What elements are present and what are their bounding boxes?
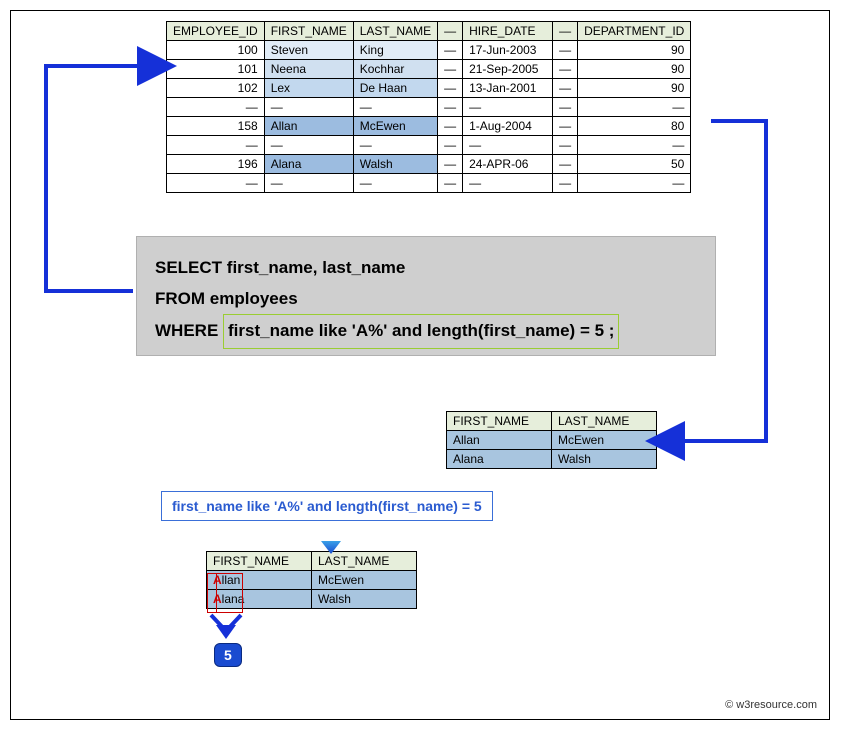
table-row: ——————— (167, 136, 691, 155)
table-row: 102LexDe Haan—13-Jan-2001—90 (167, 79, 691, 98)
table-row: Alana Walsh (447, 450, 657, 469)
copyright-icon: © (725, 699, 733, 711)
diagram-canvas: EMPLOYEE_ID FIRST_NAME LAST_NAME — HIRE_… (10, 10, 830, 720)
res1-cell-ln-1: Walsh (552, 450, 657, 469)
table-row: 196AlanaWalsh—24-APR-06—50 (167, 155, 691, 174)
condition-box: first_name like 'A%' and length(first_na… (161, 491, 493, 521)
table-row: 101NeenaKochhar—21-Sep-2005—90 (167, 60, 691, 79)
res1-col-last-name: LAST_NAME (552, 412, 657, 431)
result-table-1: FIRST_NAME LAST_NAME Allan McEwen Alana … (446, 411, 657, 469)
sql-line-where: WHERE first_name like 'A%' and length(fi… (155, 314, 697, 349)
col-hire-date: HIRE_DATE (463, 22, 553, 41)
res2-cell-ln-1: Walsh (312, 590, 417, 609)
employees-table: EMPLOYEE_ID FIRST_NAME LAST_NAME — HIRE_… (166, 21, 691, 193)
table-row: ——————— (167, 174, 691, 193)
sql-line-from: FROM employees (155, 284, 697, 315)
res1-cell-fn-1: Alana (447, 450, 552, 469)
col-ellipsis-1: — (438, 22, 463, 41)
res2-col-last-name: LAST_NAME (312, 552, 417, 571)
col-first-name: FIRST_NAME (264, 22, 353, 41)
result-table-1-wrap: FIRST_NAME LAST_NAME Allan McEwen Alana … (446, 411, 657, 469)
res2-cell-ln-0: McEwen (312, 571, 417, 590)
employees-header-row: EMPLOYEE_ID FIRST_NAME LAST_NAME — HIRE_… (167, 22, 691, 41)
res1-col-first-name: FIRST_NAME (447, 412, 552, 431)
col-employee-id: EMPLOYEE_ID (167, 22, 265, 41)
col-last-name: LAST_NAME (353, 22, 437, 41)
attribution-text: w3resource.com (736, 699, 817, 711)
table-row: Allan McEwen (447, 431, 657, 450)
table-row: ——————— (167, 98, 691, 117)
length-badge: 5 (214, 643, 242, 667)
col-ellipsis-2: — (553, 22, 578, 41)
sql-query-box: SELECT first_name, last_name FROM employ… (136, 236, 716, 356)
table-row: 158AllanMcEwen—1-Aug-2004—80 (167, 117, 691, 136)
res1-cell-fn-0: Allan (447, 431, 552, 450)
first-name-highlight-box (207, 573, 243, 613)
attribution: © w3resource.com (725, 699, 817, 711)
sql-where-keyword: WHERE (155, 321, 223, 340)
table-row: 100StevenKing—17-Jun-2003—90 (167, 41, 691, 60)
sql-line-select: SELECT first_name, last_name (155, 253, 697, 284)
res1-cell-ln-0: McEwen (552, 431, 657, 450)
sql-where-condition: first_name like 'A%' and length(first_na… (223, 314, 619, 349)
col-department-id: DEPARTMENT_ID (578, 22, 691, 41)
res2-col-first-name: FIRST_NAME (207, 552, 312, 571)
result-table-2-wrap: FIRST_NAME LAST_NAME Allan McEwen Alana … (206, 551, 417, 609)
